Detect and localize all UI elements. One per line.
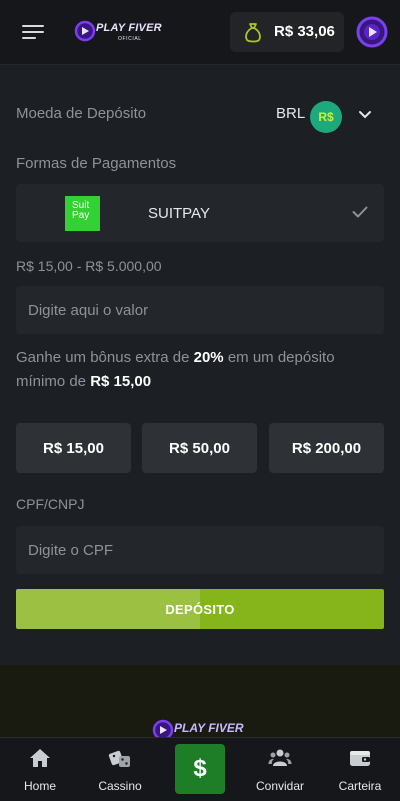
brand-logo[interactable]: PLAY FIVER OFICIAL [74,20,164,44]
chevron-down-icon[interactable] [358,110,372,120]
suitpay-logo: Suit Pay [65,196,100,231]
money-bag-icon [245,23,261,43]
payment-methods-label: Formas de Pagamentos [16,155,177,172]
payment-method-suitpay[interactable]: Suit Pay SUITPAY [16,184,384,242]
menu-icon[interactable] [22,22,44,42]
bonus-text: Ganhe um bônus extra de 20% em um depósi… [16,349,335,390]
users-icon [268,749,292,766]
quick-amount-50-button[interactable]: R$ 50,00 [142,423,257,473]
deposit-button[interactable]: DEPÓSITO [16,589,384,629]
nav-carteira[interactable]: Carteira [320,738,400,801]
cpf-label: CPF/CNPJ [16,496,85,512]
home-icon [30,749,50,767]
dice-icon [108,750,130,767]
currency-label: Moeda de Depósito [16,105,147,122]
payment-method-name: SUITPAY [148,205,210,222]
wallet-icon [350,751,370,766]
quick-amount-200-button[interactable]: R$ 200,00 [269,423,384,473]
check-icon [352,206,368,218]
cpf-input[interactable] [16,526,384,574]
balance-amount: R$ 33,06 [274,23,335,40]
bonus-minimum: R$ 15,00 [90,373,152,390]
nav-cassino[interactable]: Cassino [80,738,160,801]
top-bar: PLAY FIVER OFICIAL R$ 33,06 [0,0,400,65]
quick-amount-15-button[interactable]: R$ 15,00 [16,423,131,473]
deposit-range-label: R$ 15,00 - R$ 5.000,00 [16,258,162,274]
wallet-balance[interactable]: R$ 33,06 [230,12,344,52]
avatar[interactable] [356,16,388,48]
deposit-nav-button[interactable]: $ [175,744,225,794]
nav-home[interactable]: Home [0,738,80,801]
currency-icon[interactable]: R$ [310,101,342,133]
currency-code[interactable]: BRL [276,105,305,122]
nav-convidar[interactable]: Convidar [240,738,320,801]
bonus-percent: 20% [193,349,224,366]
dollar-icon: $ [193,755,207,782]
amount-input[interactable] [16,286,384,334]
